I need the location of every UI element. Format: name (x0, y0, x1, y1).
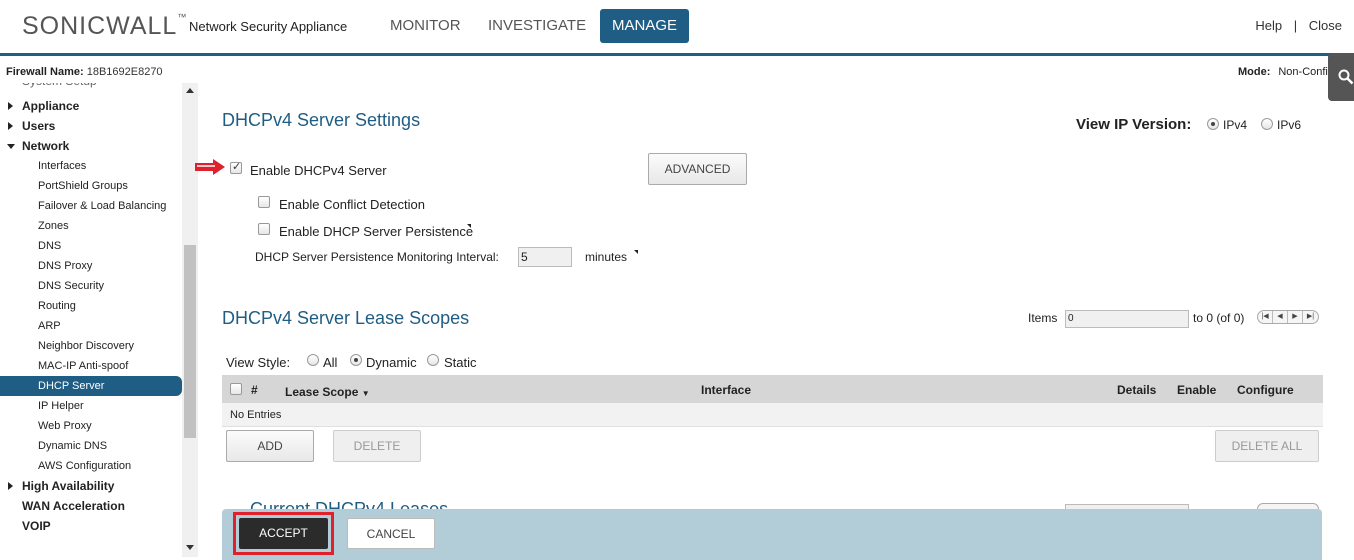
view-style-label: View Style: (226, 355, 291, 370)
no-entries-text: No Entries (230, 409, 282, 421)
sidebar-item-portshield-groups[interactable]: PortShield Groups (0, 176, 182, 196)
style-all-label: All (323, 355, 338, 370)
next-page-icon[interactable]: ▶ (1288, 311, 1303, 323)
ipv6-label: IPv6 (1277, 118, 1302, 132)
items-input[interactable]: 0 (1065, 310, 1189, 328)
ipv4-radio[interactable] (1207, 118, 1219, 130)
col-lease-scope[interactable]: Lease Scope ▼ (285, 385, 370, 399)
product-name: Network Security Appliance (189, 19, 348, 34)
red-arrow-icon (195, 159, 225, 175)
sort-down-icon: ▼ (361, 389, 370, 398)
col-interface: Interface (701, 383, 752, 397)
advanced-button[interactable]: ADVANCED (648, 153, 747, 185)
minutes-label: minutes (585, 250, 628, 264)
collapse-arrow-icon (7, 144, 15, 149)
close-link[interactable]: Close (1309, 18, 1342, 33)
sidebar-item-dhcp-server[interactable]: DHCP Server (0, 376, 182, 396)
sidebar-item-high-availability[interactable]: High Availability (0, 476, 182, 496)
prev-page-icon[interactable]: ◀ (1273, 311, 1288, 323)
sidebar-item-voip[interactable]: VOIP (0, 516, 182, 536)
delete-button[interactable]: DELETE (333, 430, 421, 462)
help-link[interactable]: Help (1255, 18, 1282, 33)
items-label: Items (1028, 311, 1058, 325)
sidebar-item-network[interactable]: Network (0, 136, 182, 156)
sidebar-item-web-proxy[interactable]: Web Proxy (0, 416, 182, 436)
select-all-checkbox[interactable] (230, 383, 242, 395)
cancel-button[interactable]: CANCEL (347, 518, 435, 549)
persistence-label: Enable DHCP Server Persistence (279, 224, 474, 239)
sidebar-item-dns[interactable]: DNS (0, 236, 182, 256)
sidebar-item-dynamic-dns[interactable]: Dynamic DNS (0, 436, 182, 456)
enable-dhcpv4-label: Enable DHCPv4 Server (250, 163, 387, 178)
style-dynamic-radio[interactable] (350, 354, 362, 366)
info-marker-icon (467, 224, 471, 228)
enable-dhcpv4-checkbox[interactable] (230, 160, 242, 174)
expand-arrow-icon (8, 102, 13, 110)
expand-arrow-icon (8, 482, 13, 490)
link-separator: | (1293, 18, 1298, 33)
search-icon (1338, 69, 1354, 85)
ipv4-label: IPv4 (1223, 118, 1248, 132)
scroll-up-icon[interactable] (186, 88, 194, 93)
items-range: to 0 (of 0) (1193, 311, 1245, 325)
sidebar-item-system-setup[interactable]: System Setup (0, 83, 182, 91)
sidebar: System Setup Appliance Users Network Int… (0, 83, 198, 560)
top-links: Help | Close (1251, 18, 1346, 33)
top-bar: SONICWALL™ Network Security Appliance MO… (0, 0, 1354, 56)
conflict-detection-checkbox[interactable] (258, 196, 270, 208)
interval-input[interactable]: 5 (518, 247, 572, 267)
pager: |◀ ◀ ▶ ▶| (1257, 310, 1319, 324)
col-enable: Enable (1177, 383, 1217, 397)
sidebar-item-neighbor-discovery[interactable]: Neighbor Discovery (0, 336, 182, 356)
col-number: # (251, 383, 258, 397)
table-row: No Entries (222, 403, 1323, 427)
ipv6-radio[interactable] (1261, 118, 1273, 130)
leases-section-title: Current DHCPv4 Leases (250, 499, 449, 509)
sidebar-item-failover[interactable]: Failover & Load Balancing (0, 196, 182, 216)
conflict-detection-label: Enable Conflict Detection (279, 197, 425, 212)
sidebar-item-interfaces[interactable]: Interfaces (0, 156, 182, 176)
sidebar-item-appliance[interactable]: Appliance (0, 96, 182, 116)
status-bar: Firewall Name: 18B1692E8270 Mode: Non-Con… (0, 59, 1354, 83)
firewall-name: Firewall Name: 18B1692E8270 (6, 66, 163, 78)
sidebar-item-arp[interactable]: ARP (0, 316, 182, 336)
style-dynamic-label: Dynamic (366, 355, 417, 370)
style-static-label: Static (444, 355, 477, 370)
nav-manage[interactable]: MANAGE (600, 9, 690, 43)
persistence-checkbox[interactable] (258, 223, 270, 235)
sidebar-item-aws-configuration[interactable]: AWS Configuration (0, 456, 182, 476)
search-tab[interactable] (1328, 53, 1354, 101)
col-configure: Configure (1237, 383, 1294, 397)
lease-table-header: # Lease Scope ▼ Interface Details Enable… (222, 375, 1323, 403)
add-button[interactable]: ADD (226, 430, 314, 462)
sidebar-item-zones[interactable]: Zones (0, 216, 182, 236)
accept-button[interactable]: ACCEPT (239, 518, 328, 549)
nav-investigate[interactable]: INVESTIGATE (476, 9, 598, 43)
sidebar-item-wan-acceleration[interactable]: WAN Acceleration (0, 496, 182, 516)
sidebar-item-dns-proxy[interactable]: DNS Proxy (0, 256, 182, 276)
mode-indicator: Mode: Non-Config (1237, 66, 1334, 78)
delete-all-button[interactable]: DELETE ALL (1215, 430, 1319, 462)
sonicwall-logo: SONICWALL™ (22, 12, 188, 40)
interval-label: DHCP Server Persistence Monitoring Inter… (255, 250, 499, 264)
style-all-radio[interactable] (307, 354, 319, 366)
nav-monitor[interactable]: MONITOR (378, 9, 473, 43)
last-page-icon[interactable]: ▶| (1303, 311, 1318, 323)
sidebar-scrollbar-thumb[interactable] (184, 245, 196, 438)
style-static-radio[interactable] (427, 354, 439, 366)
sidebar-item-routing[interactable]: Routing (0, 296, 182, 316)
lease-scopes-title: DHCPv4 Server Lease Scopes (222, 308, 470, 328)
info-marker-icon (634, 250, 638, 254)
expand-arrow-icon (8, 122, 13, 130)
sidebar-item-users[interactable]: Users (0, 116, 182, 136)
sidebar-item-mac-ip-antispoof[interactable]: MAC-IP Anti-spoof (0, 356, 182, 376)
sidebar-item-dns-security[interactable]: DNS Security (0, 276, 182, 296)
col-details: Details (1117, 383, 1157, 397)
view-ip-version-label: View IP Version: (1076, 116, 1192, 133)
scroll-down-icon[interactable] (186, 545, 194, 550)
first-page-icon[interactable]: |◀ (1258, 311, 1273, 323)
settings-title: DHCPv4 Server Settings (222, 110, 421, 130)
sidebar-item-ip-helper[interactable]: IP Helper (0, 396, 182, 416)
